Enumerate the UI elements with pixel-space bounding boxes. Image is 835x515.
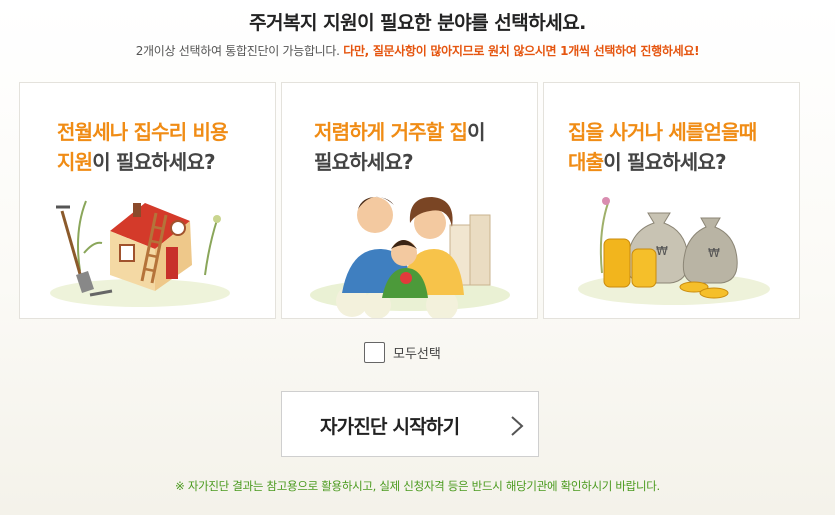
- svg-text:₩: ₩: [656, 244, 668, 258]
- page-subtitle: 2개이상 선택하여 통합진단이 가능합니다. 다만, 질문사항이 많아지므로 원…: [0, 42, 835, 59]
- card-title-highlight: 전월세나 집수리 비용: [57, 120, 229, 144]
- card-title-text: 이 필요하세요?: [92, 150, 215, 174]
- card-title: 전월세나 집수리 비용 지원이 필요하세요?: [57, 117, 272, 177]
- card-rent-repair[interactable]: 전월세나 집수리 비용 지원이 필요하세요?: [19, 82, 276, 319]
- house-illustration: [50, 200, 230, 307]
- select-all-toggle[interactable]: 모두선택: [364, 341, 441, 363]
- card-title: 집을 사거나 세를얻을때 대출이 필요하세요?: [568, 117, 783, 177]
- card-title-highlight: 저렴하게 거주할 집: [314, 120, 468, 144]
- card-affordable-housing[interactable]: 저렴하게 거주할 집이 필요하세요?: [281, 82, 538, 319]
- card-title-text: 필요하세요?: [314, 150, 414, 174]
- card-title-highlight: 대출: [568, 150, 604, 174]
- select-all-checkbox[interactable]: [364, 341, 385, 363]
- card-title-highlight: 지원: [57, 150, 93, 174]
- subtitle-text: 2개이상 선택하여 통합진단이 가능합니다.: [135, 44, 340, 58]
- page-title: 주거복지 지원이 필요한 분야를 선택하세요.: [249, 12, 586, 34]
- subtitle-warning: 다만, 질문사항이 많아지므로 원치 않으시면 1개씩 선택하여 진행하세요!: [343, 44, 700, 58]
- card-title-highlight: 집을 사거나 세를얻을때: [568, 120, 757, 144]
- family-illustration: [310, 196, 510, 318]
- svg-text:₩: ₩: [708, 246, 720, 260]
- start-self-diagnosis-button[interactable]: 자가진단 시작하기: [281, 391, 539, 457]
- money-bags-illustration: ₩ ₩: [578, 197, 770, 305]
- disclaimer-notice: ※ 자가진단 결과는 참고용으로 활용하시고, 실제 신청자격 등은 반드시 해…: [175, 479, 660, 493]
- select-all-label: 모두선택: [393, 346, 441, 362]
- chevron-right-icon: [511, 416, 524, 436]
- card-loan[interactable]: 집을 사거나 세를얻을때 대출이 필요하세요? ₩ ₩: [543, 82, 800, 319]
- card-title-text: 이 필요하세요?: [603, 150, 726, 174]
- card-title-text: 이: [467, 120, 485, 144]
- card-title: 저렴하게 거주할 집이 필요하세요?: [314, 117, 529, 177]
- start-button-label: 자가진단 시작하기: [320, 416, 460, 438]
